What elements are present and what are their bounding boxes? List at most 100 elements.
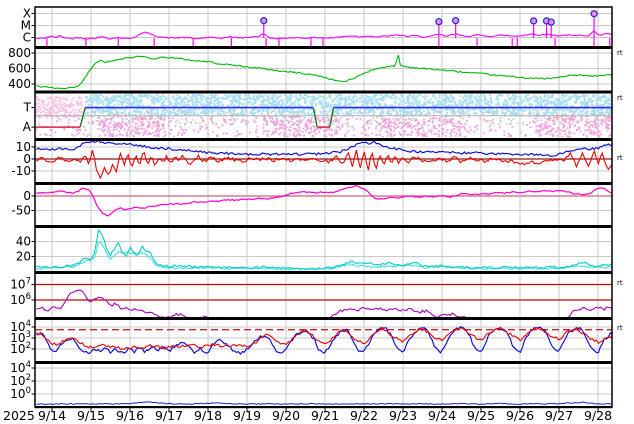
scatter-point [65,104,67,106]
scatter-point [168,117,170,119]
scatter-point [116,129,118,131]
scatter-point [396,114,398,116]
scatter-point [423,104,425,106]
scatter-point [279,133,281,135]
scatter-point [39,99,41,101]
scatter-point [125,99,127,101]
scatter-point [609,134,611,136]
scatter-point [542,123,544,125]
scatter-point [223,118,225,120]
scatter-point [125,94,127,96]
scatter-point [217,113,219,115]
scatter-point [211,112,213,114]
scatter-point [126,132,128,134]
scatter-point [418,101,420,103]
scatter-point [293,123,295,125]
scatter-point [356,118,358,120]
scatter-point [340,117,342,119]
scatter-point [609,117,611,119]
scatter-point [183,98,185,100]
scatter-point [132,121,134,123]
scatter-point [158,133,160,135]
scatter-point [310,119,312,121]
scatter-point [183,129,185,131]
scatter-point [445,100,447,102]
x-tick-label: 9/24 [428,408,456,423]
scatter-point [49,134,51,136]
scatter-point [367,100,369,102]
scatter-point [585,130,587,132]
scatter-point [409,103,411,105]
scatter-point [567,127,569,129]
scatter-point [71,99,73,101]
scatter-point [601,104,603,106]
scatter-point [88,122,90,124]
scatter-point [103,122,105,124]
y-tick-label: 400 [8,77,31,91]
scatter-point [597,119,599,121]
scatter-point [428,130,430,132]
scatter-point [231,109,233,111]
scatter-point [233,105,235,107]
scatter-point [300,121,302,123]
scatter-point [261,113,263,115]
scatter-point [537,101,539,103]
scatter-point [107,127,109,129]
scatter-point [598,113,600,115]
scatter-point [187,98,189,100]
scatter-point [497,98,499,100]
y-tick-label: 40 [16,235,31,249]
scatter-point [119,108,121,110]
panel-separator [35,182,612,185]
scatter-point [314,97,316,99]
scatter-point [372,109,374,111]
scatter-point [569,124,571,126]
scatter-point [437,103,439,105]
scatter-point [270,112,272,114]
scatter-point [138,110,140,112]
scatter-point [122,101,124,103]
scatter-point [441,124,443,126]
scatter-point [417,130,419,132]
scatter-point [293,102,295,104]
scatter-point [439,101,441,103]
scatter-point [566,109,568,111]
scatter-point [283,132,285,134]
scatter-point [431,129,433,131]
scatter-point [206,98,208,100]
scatter-point [438,133,440,135]
scatter-point [370,102,372,104]
scatter-point [589,122,591,124]
scatter-point [546,127,548,129]
scatter-point [459,134,461,136]
scatter-point [432,94,434,96]
scatter-point [185,119,187,121]
scatter-point [195,109,197,111]
scatter-point [258,95,260,97]
scatter-point [209,111,211,113]
scatter-point [536,113,538,115]
scatter-point [299,135,301,137]
scatter-point [74,111,76,113]
scatter-point [272,95,274,97]
scatter-point [435,97,437,99]
scatter-point [163,101,165,103]
scatter-point [419,113,421,115]
scatter-point [583,134,585,136]
scatter-point [542,99,544,101]
scatter-point [552,94,554,96]
scatter-point [396,111,398,113]
scatter-point [333,111,335,113]
scatter-point [607,130,609,132]
scatter-point [344,135,346,137]
scatter-point [442,119,444,121]
scatter-point [50,108,52,110]
scatter-point [240,98,242,100]
scatter-point [207,109,209,111]
scatter-point [158,122,160,124]
scatter-point [161,98,163,100]
scatter-point [432,104,434,106]
scatter-point [56,106,58,108]
scatter-point [518,113,520,115]
scatter-point [213,100,215,102]
